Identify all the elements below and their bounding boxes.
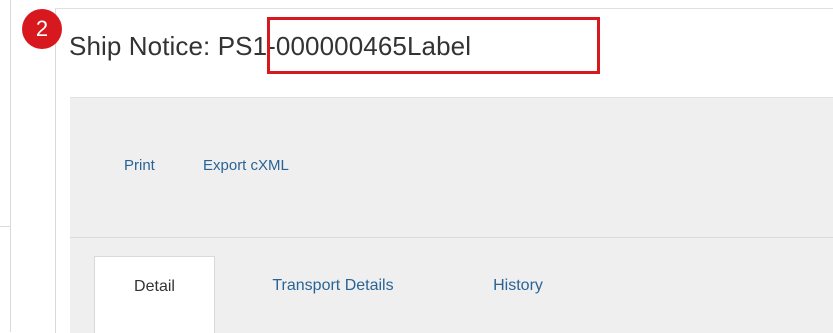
highlight-box: [267, 17, 600, 74]
left-panel: [0, 0, 11, 332]
tab-strip: Detail Transport Details History: [70, 237, 833, 333]
tab-transport-details[interactable]: Transport Details: [240, 256, 426, 333]
action-toolbar: Print Export cXML: [70, 97, 833, 238]
left-panel-divider: [0, 226, 10, 227]
step-badge: 2: [22, 9, 62, 49]
title-prefix: Ship Notice:: [69, 31, 218, 61]
print-link[interactable]: Print: [124, 157, 155, 174]
export-cxml-link[interactable]: Export cXML: [203, 157, 289, 174]
tab-detail[interactable]: Detail: [94, 256, 215, 333]
tab-history[interactable]: History: [470, 256, 566, 333]
